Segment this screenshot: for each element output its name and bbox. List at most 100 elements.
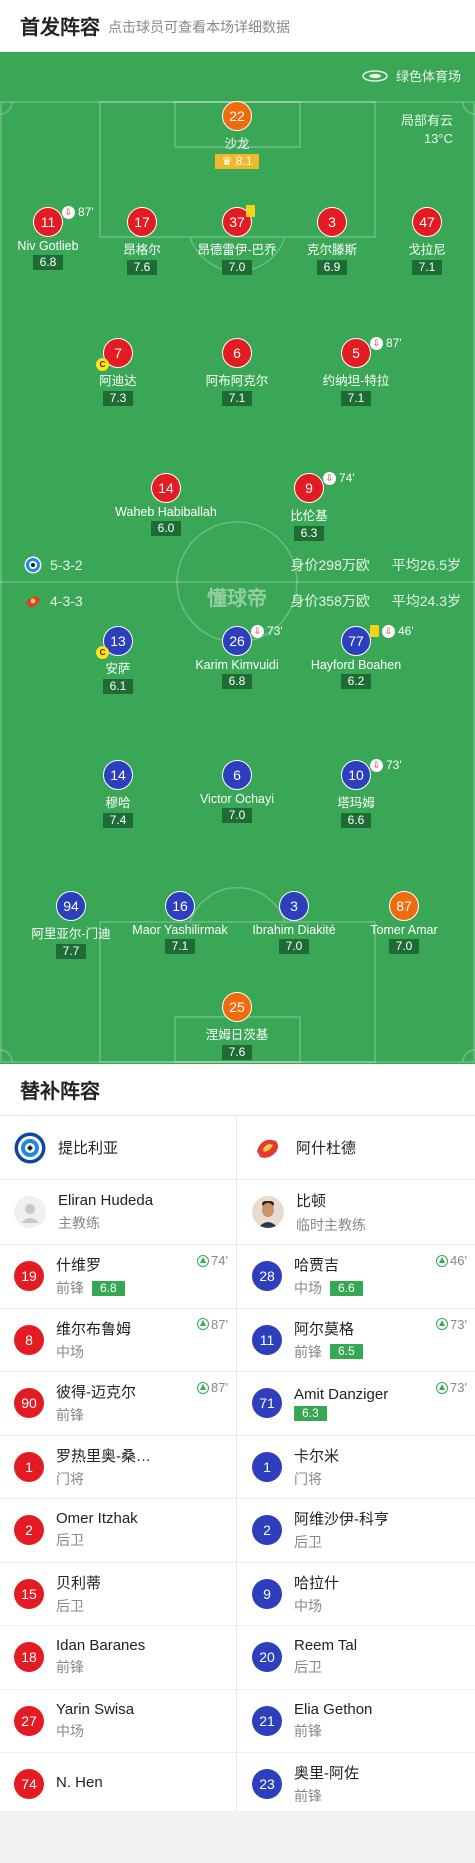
sub-player-row[interactable]: 74 N. Hen xyxy=(0,1752,236,1816)
sub-minute: 73' xyxy=(386,758,402,772)
substitutes-panel: 提比利亚 Eliran Hudeda 主教练 19 什维罗 前锋 6.8 74' … xyxy=(0,1116,475,1811)
sub-player-row[interactable]: 15 贝利蒂 后卫 xyxy=(0,1561,236,1626)
player-away[interactable]: 3 Ibrahim Diakité 7.0 xyxy=(234,891,354,955)
home-team-avg-age: 平均26.5岁 xyxy=(391,557,461,573)
sub-in-time: 87' xyxy=(197,1380,228,1395)
weather: 局部有云 13°C xyxy=(401,112,453,148)
sub-in-icon xyxy=(197,1318,210,1330)
sub-out-icon: ⇩ xyxy=(62,205,75,219)
sub-in-icon xyxy=(436,1318,449,1330)
player-number: 17 xyxy=(127,207,157,237)
home-formation: 5-3-2 xyxy=(50,557,83,573)
sub-player-row[interactable]: 1 罗热里奥-桑… 门将 xyxy=(0,1434,236,1499)
sub-in-minute: 87' xyxy=(211,1316,228,1332)
sub-player-row[interactable]: 90 彼得-迈克尔 前锋 87' xyxy=(0,1371,236,1435)
player-number: 1 xyxy=(252,1451,282,1482)
player-number: 74 xyxy=(14,1769,44,1800)
player-name: 罗热里奥-桑… xyxy=(56,1447,151,1465)
home-team-logo-icon xyxy=(14,1132,46,1163)
player-rating: 6.3 xyxy=(293,526,325,541)
player-away[interactable]: 26 ⇩ 73' Karim Kimvuidi 6.8 xyxy=(177,624,297,690)
away-team-summary: 4-3-3 身价358万欧 平均24.3岁 xyxy=(24,591,469,611)
player-home[interactable]: 14 Waheb Habiballah 6.0 xyxy=(106,473,226,537)
player-number: 14 xyxy=(103,760,133,790)
home-coach[interactable]: Eliran Hudeda 主教练 xyxy=(0,1180,236,1244)
player-number: 20 xyxy=(252,1642,282,1673)
sub-player-row[interactable]: 27 Yarin Swisa 中场 xyxy=(0,1688,236,1753)
player-number: 16 xyxy=(165,891,195,921)
player-rating: 7.0 xyxy=(388,939,420,954)
player-position: 前锋 xyxy=(56,1659,84,1676)
player-number: 11 xyxy=(33,207,63,237)
player-number: 6 xyxy=(222,338,252,368)
sub-in-minute: 46' xyxy=(450,1253,467,1268)
player-home[interactable]: 47 戈拉尼 7.1 xyxy=(367,207,475,276)
player-number: 11 xyxy=(252,1324,282,1355)
sub-player-row[interactable]: 11 阿尔莫格 前锋 6.5 73' xyxy=(238,1307,475,1372)
player-number: 2 xyxy=(14,1515,44,1546)
player-away[interactable]: 6 Victor Ochayi 7.0 xyxy=(177,760,297,824)
player-away[interactable]: 14 穆哈 7.4 xyxy=(58,760,178,829)
player-number: 25 xyxy=(222,992,252,1022)
substitution-out: ⇩ 73' xyxy=(251,624,283,638)
sub-player-row[interactable]: 18 Idan Baranes 前锋 xyxy=(0,1625,236,1689)
player-away[interactable]: 87 Tomer Amar 7.0 xyxy=(344,891,464,955)
player-away-gk[interactable]: 25 涅姆日茨基 7.6 xyxy=(177,992,297,1061)
player-home[interactable]: 7 C 阿迪达 7.3 xyxy=(58,338,178,407)
player-name: Amit Danziger xyxy=(294,1385,389,1403)
sub-in-icon xyxy=(197,1254,210,1267)
away-team-header: 阿什杜德 xyxy=(238,1116,475,1180)
sub-player-row[interactable]: 19 什维罗 前锋 6.8 74' xyxy=(0,1244,236,1308)
player-number: 23 xyxy=(252,1769,282,1800)
player-away[interactable]: 77 ⇩ 46' Hayford Boahen 6.2 xyxy=(296,624,416,690)
home-subs-column: 提比利亚 Eliran Hudeda 主教练 19 什维罗 前锋 6.8 74' … xyxy=(0,1116,237,1811)
player-rating: 7.7 xyxy=(55,944,87,959)
player-name: 维尔布鲁姆 xyxy=(56,1320,132,1338)
substitution-out: ⇩ 74' xyxy=(323,471,355,485)
player-rating: 7.0 xyxy=(221,808,253,823)
player-home[interactable]: 9 ⇩ 74' 比伦基 6.3 xyxy=(249,471,369,542)
player-away[interactable]: 16 Maor Yashilirmak 7.1 xyxy=(120,891,240,955)
player-away[interactable]: 13 C 安萨 6.1 xyxy=(58,626,178,695)
player-name: 贝利蒂 xyxy=(56,1574,102,1592)
player-name: Elia Gethon xyxy=(294,1700,373,1718)
sub-player-row[interactable]: 1 卡尔米 门将 xyxy=(238,1434,475,1499)
player-rating: 6.3 xyxy=(294,1405,327,1421)
player-home[interactable]: 6 阿布阿克尔 7.1 xyxy=(177,338,297,407)
sub-player-row[interactable]: 2 阿维沙伊-科亨 后卫 xyxy=(238,1498,475,1562)
stadium-icon xyxy=(362,69,388,82)
venue-name: 绿色体育场 xyxy=(395,69,461,84)
sub-player-row[interactable]: 28 哈贾吉 中场 6.6 46' xyxy=(238,1244,475,1308)
sub-player-row[interactable]: 21 Elia Gethon 前锋 xyxy=(238,1688,475,1753)
player-number: 87 xyxy=(389,891,419,921)
player-number: 19 xyxy=(14,1261,44,1292)
sub-player-row[interactable]: 23 奥里-阿佐 前锋 xyxy=(238,1752,475,1816)
sub-player-row[interactable]: 9 哈拉什 中场 xyxy=(238,1561,475,1626)
player-number: 15 xyxy=(14,1578,44,1609)
player-number: 5 xyxy=(341,338,371,368)
player-name: Tomer Amar xyxy=(370,923,438,937)
player-number: 1 xyxy=(14,1451,44,1482)
player-name: 哈贾吉 xyxy=(294,1257,340,1275)
player-away[interactable]: 10 ⇩ 73' 塔玛姆 6.6 xyxy=(296,758,416,829)
player-name: 什维罗 xyxy=(56,1257,102,1275)
player-away[interactable]: 94 阿里亚尔-门迪 7.7 xyxy=(11,891,131,960)
player-home[interactable]: 5 ⇩ 87' 约纳坦-特拉 7.1 xyxy=(296,336,416,407)
sub-player-row[interactable]: 2 Omer Itzhak 后卫 xyxy=(0,1498,236,1562)
player-position: 后卫 xyxy=(56,1532,84,1549)
sub-player-row[interactable]: 71 Amit Danziger 6.3 73' xyxy=(238,1371,475,1435)
player-rating: 7.1 xyxy=(221,391,253,406)
away-coach[interactable]: 比顿 临时主教练 xyxy=(238,1180,475,1244)
player-name: 阿里亚尔-门迪 xyxy=(31,927,111,941)
player-name: 比伦基 xyxy=(290,509,328,523)
sub-in-time: 73' xyxy=(436,1380,467,1395)
player-name: 阿尔莫格 xyxy=(294,1320,355,1338)
sub-player-row[interactable]: 8 维尔布鲁姆 中场 87' xyxy=(0,1307,236,1372)
away-formation: 4-3-3 xyxy=(50,593,83,609)
player-name: Reem Tal xyxy=(294,1637,358,1655)
player-number: 77 xyxy=(341,626,371,656)
player-home-gk[interactable]: 22 沙龙 ♛ 8.1 xyxy=(177,101,297,170)
sub-minute: 46' xyxy=(398,624,414,638)
sub-player-row[interactable]: 20 Reem Tal 后卫 xyxy=(238,1625,475,1689)
player-name: 约纳坦-特拉 xyxy=(322,374,390,388)
